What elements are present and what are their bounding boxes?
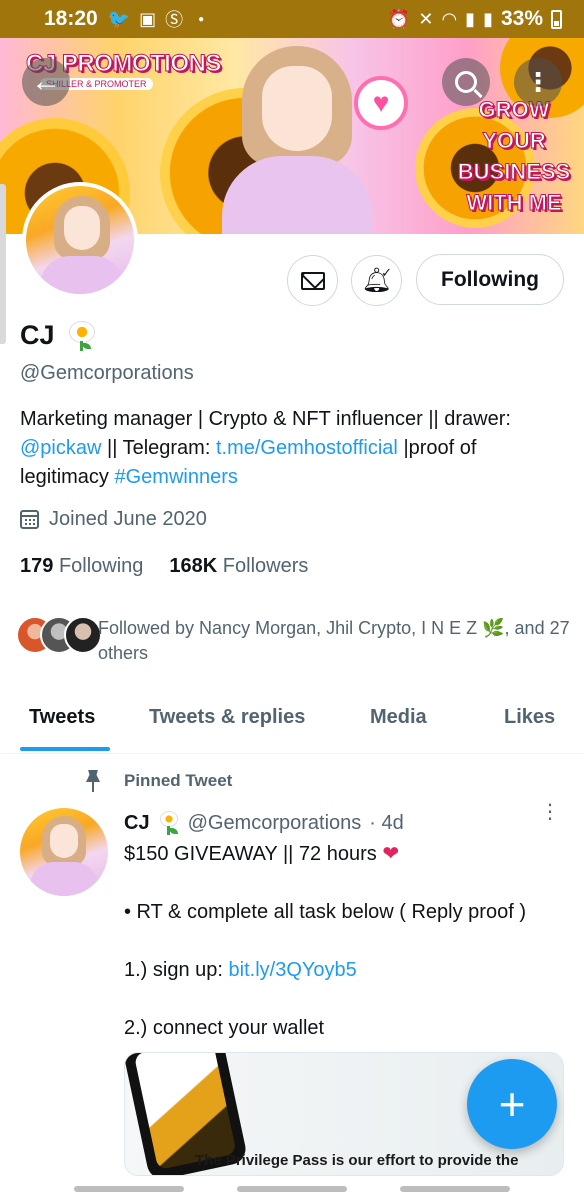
tab-tweets-and-replies[interactable]: Tweets & replies <box>149 706 305 729</box>
followers-count: 168K <box>169 555 218 577</box>
follow-stats: 179 Following 168K Followers <box>20 555 308 578</box>
app-notification-icon: Ⓢ <box>165 10 184 30</box>
display-name: CJ <box>20 320 55 350</box>
mute-icon: ✕ <box>418 8 434 29</box>
tagline-line: BUSINESS <box>457 159 571 185</box>
more-vert-icon: ⋮ <box>525 66 551 97</box>
mail-icon <box>300 271 325 290</box>
nav-back-handle[interactable] <box>400 1186 510 1192</box>
bio-text: || Telegram: <box>101 437 216 459</box>
back-arrow-icon: ← <box>31 65 61 98</box>
joined-date-row: Joined June 2020 <box>20 508 207 531</box>
active-tab-indicator <box>20 747 110 751</box>
tweet-author-name[interactable]: CJ <box>124 812 150 835</box>
flower-emoji-icon <box>67 320 97 351</box>
message-button[interactable] <box>287 255 338 306</box>
tweet-line: 2.) connect your wallet <box>124 1017 325 1039</box>
pinned-label: Pinned Tweet <box>124 771 233 790</box>
wifi-icon: ◠ <box>441 8 458 29</box>
tagline-line: WITH ME <box>466 190 562 216</box>
tweet-author-avatar[interactable] <box>20 808 108 896</box>
tweet-text: 1.) sign up: <box>124 959 229 981</box>
tab-tweets[interactable]: Tweets <box>29 706 95 729</box>
tweet-time: · 4d <box>369 811 404 834</box>
flower-emoji-icon <box>158 811 180 835</box>
pin-icon <box>84 770 102 792</box>
profile-handle: @Gemcorporations <box>20 362 194 384</box>
followers-stat[interactable]: 168K Followers <box>169 555 308 578</box>
profile-tabs: Tweets Tweets & replies Media Likes <box>0 690 584 754</box>
nav-recents-handle[interactable] <box>74 1186 184 1192</box>
profile-name-row: CJ <box>20 320 97 351</box>
search-icon <box>455 71 477 93</box>
banner-tagline: GROW YOUR BUSINESS WITH ME <box>454 94 574 218</box>
check-icon: ✓ <box>381 265 392 280</box>
following-label: Following <box>58 555 144 577</box>
heart-bubble-icon: ♥ <box>354 76 408 130</box>
tweet-author-handle[interactable]: @Gemcorporations <box>188 812 362 835</box>
more-options-button[interactable]: ⋮ <box>514 58 562 106</box>
tagline-line: YOUR <box>482 128 547 154</box>
nav-home-handle[interactable] <box>237 1186 347 1192</box>
more-vert-icon: ⋮ <box>540 801 560 823</box>
compose-tweet-button[interactable]: + <box>467 1059 557 1149</box>
calendar-icon <box>20 510 39 529</box>
gallery-notification-icon: ▣ <box>139 8 157 29</box>
alarm-icon: ⏰ <box>387 8 411 29</box>
avatar <box>64 616 102 654</box>
media-caption: The Privilege Pass is our effort to prov… <box>195 1152 519 1169</box>
tweet-line: $150 GIVEAWAY || 72 hours ❤ <box>124 840 574 869</box>
red-heart-icon: ❤ <box>382 843 400 865</box>
tab-media[interactable]: Media <box>370 706 427 729</box>
banner-illustration <box>222 46 372 234</box>
notifications-button[interactable]: 🔔︎ ✓ <box>351 255 402 306</box>
tweet-more-button[interactable]: ⋮ <box>540 802 560 834</box>
bio-mention-link[interactable]: @pickaw <box>20 437 101 459</box>
tweet-link[interactable]: bit.ly/3QYoyb5 <box>229 959 357 981</box>
signal-icon-2: ▮ <box>483 8 493 29</box>
status-bar: 18:20 🐦 ▣ Ⓢ ● ⏰ ✕ ◠ ▮ ▮ 33% <box>0 0 584 38</box>
search-button[interactable] <box>442 58 490 106</box>
edge-panel-handle[interactable] <box>0 184 6 344</box>
tab-likes[interactable]: Likes <box>504 706 555 729</box>
back-button[interactable]: ← <box>22 58 70 106</box>
following-stat[interactable]: 179 Following <box>20 555 143 578</box>
profile-bio: Marketing manager | Crypto & NFT influen… <box>20 405 568 492</box>
status-right: ⏰ ✕ ◠ ▮ ▮ 33% <box>388 7 562 31</box>
pinned-tweet-label: Pinned Tweet <box>84 770 232 792</box>
joined-date: Joined June 2020 <box>49 508 207 530</box>
tweet-text: $150 GIVEAWAY || 72 hours <box>124 843 377 865</box>
signal-icon: ▮ <box>465 8 476 29</box>
followers-label: Followers <box>222 555 309 577</box>
compose-plus-icon: + <box>498 1078 526 1130</box>
tweet-body[interactable]: $150 GIVEAWAY || 72 hours ❤ • RT & compl… <box>124 840 574 1043</box>
following-button[interactable]: Following <box>416 254 564 305</box>
bio-hashtag-link[interactable]: #Gemwinners <box>114 466 237 488</box>
tweet-header: CJ @Gemcorporations · 4d <box>124 811 404 835</box>
bio-text: Marketing manager | Crypto & NFT influen… <box>20 408 511 430</box>
tweet-line: 1.) sign up: bit.ly/3QYoyb5 <box>124 956 574 985</box>
profile-avatar[interactable] <box>22 182 138 298</box>
followed-by-avatars[interactable] <box>16 616 102 654</box>
battery-icon <box>551 9 562 29</box>
system-nav-bar <box>0 1180 584 1200</box>
followed-by-text[interactable]: Followed by Nancy Morgan, Jhil Crypto, I… <box>98 616 574 666</box>
more-notifications-dot-icon: ● <box>198 13 205 25</box>
twitter-notification-icon: 🐦 <box>107 8 131 29</box>
status-time: 18:20 <box>44 7 98 30</box>
following-count: 179 <box>20 555 54 577</box>
battery-percent: 33% <box>500 7 543 30</box>
tweet-line: • RT & complete all task below ( Reply p… <box>124 901 526 923</box>
bio-telegram-link[interactable]: t.me/Gemhostofficial <box>216 437 398 459</box>
